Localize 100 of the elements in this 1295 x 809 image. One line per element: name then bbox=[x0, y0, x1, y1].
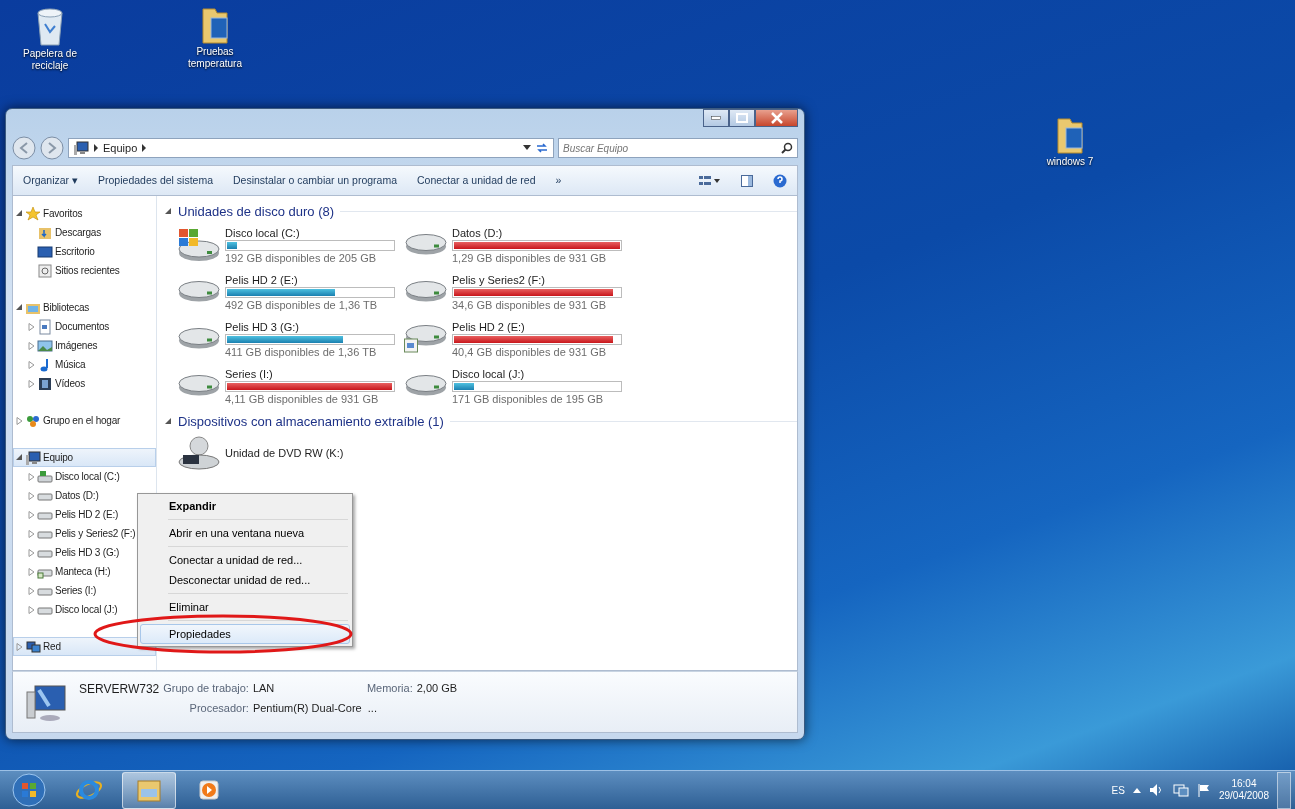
drive-name[interactable]: Disco local (C:) bbox=[225, 225, 395, 240]
drive-icon bbox=[404, 375, 448, 397]
taskbar-button[interactable] bbox=[122, 771, 176, 809]
tree-item[interactable]: Bibliotecas bbox=[13, 298, 156, 317]
expand-arrow-icon bbox=[28, 567, 35, 576]
tree-label: Favoritos bbox=[43, 207, 83, 221]
tree-item[interactable]: Favoritos bbox=[13, 204, 156, 223]
network-icon bbox=[1172, 783, 1189, 797]
tree-label: Disco local (C:) bbox=[55, 470, 120, 484]
tree-item[interactable]: Disco local (C:) bbox=[13, 467, 156, 486]
icon-label: windows 7 bbox=[1046, 156, 1094, 168]
expand-arrow-icon bbox=[28, 548, 35, 557]
drive-name[interactable]: Disco local (J:) bbox=[452, 366, 622, 381]
expand-arrow-icon bbox=[28, 605, 35, 614]
menu-item[interactable]: Propiedades bbox=[140, 624, 350, 644]
search-icon bbox=[781, 142, 793, 154]
address-bar[interactable]: Equipo bbox=[68, 138, 554, 158]
expand-arrow-icon bbox=[16, 642, 23, 651]
preview-pane-button[interactable] bbox=[741, 172, 753, 189]
refresh-icon bbox=[535, 142, 549, 154]
tree-item[interactable]: Escritorio bbox=[13, 242, 156, 261]
free-space-text: 411 GB disponibles de 1,36 TB bbox=[225, 344, 378, 359]
drive-name[interactable]: Datos (D:) bbox=[452, 225, 622, 240]
collapse-arrow-icon bbox=[16, 210, 23, 217]
drive-icon bbox=[177, 281, 221, 303]
breadcrumb[interactable]: Equipo bbox=[103, 139, 138, 157]
tree-label: Imágenes bbox=[55, 339, 98, 353]
expand-arrow-icon bbox=[28, 472, 35, 481]
icon-label: Papelera de reciclaje bbox=[22, 48, 78, 71]
maximize-button[interactable] bbox=[729, 109, 755, 127]
drive-name[interactable]: Series (I:) bbox=[225, 366, 395, 381]
minimize-icon bbox=[711, 116, 721, 120]
drive-name[interactable]: Pelis HD 3 (G:) bbox=[225, 319, 395, 334]
collapse-arrow-icon bbox=[16, 304, 23, 311]
tree-item[interactable]: Vídeos bbox=[13, 374, 156, 393]
field-value: LAN bbox=[252, 681, 276, 696]
clock-time[interactable]: 16:04 bbox=[1218, 778, 1269, 790]
tree-label: Red bbox=[43, 640, 61, 654]
field-value: 2,00 GB bbox=[416, 681, 458, 696]
drive-name[interactable]: Unidad de DVD RW (K:) bbox=[225, 446, 344, 460]
recycle-bin-icon bbox=[37, 8, 63, 46]
drive-icon bbox=[37, 468, 53, 485]
drive-icon bbox=[177, 328, 221, 350]
group-heading: Dispositivos con almacenamiento extraíble (1) bbox=[178, 412, 444, 431]
drive-name[interactable]: Pelis HD 2 (E:) bbox=[225, 272, 395, 287]
toolbar-button[interactable]: Conectar a unidad de red bbox=[417, 172, 536, 189]
drive-icon bbox=[404, 234, 448, 256]
tree-item[interactable]: Imágenes bbox=[13, 336, 156, 355]
computer-name: SERVERW732 bbox=[79, 681, 160, 698]
drive-name[interactable]: Pelis y Series2 (F:) bbox=[452, 272, 622, 287]
document-icon bbox=[37, 318, 53, 335]
dvd-drive-icon bbox=[177, 435, 221, 471]
chevron-icon bbox=[93, 144, 99, 152]
tree-item[interactable]: Documentos bbox=[13, 317, 156, 336]
free-space-text: 34,6 GB disponibles de 931 GB bbox=[452, 297, 608, 312]
drive-icon bbox=[177, 375, 221, 397]
clock-date[interactable]: 29/04/2008 bbox=[1218, 790, 1269, 802]
close-button[interactable] bbox=[755, 109, 798, 127]
free-space-text: 4,11 GB disponibles de 931 GB bbox=[225, 391, 380, 406]
tree-item[interactable]: Equipo bbox=[13, 448, 156, 467]
expand-arrow-icon bbox=[28, 510, 35, 519]
toolbar-button[interactable]: Propiedades del sistema bbox=[98, 172, 213, 189]
tree-label: Escritorio bbox=[55, 245, 95, 259]
tree-label: Vídeos bbox=[55, 377, 85, 391]
language-indicator[interactable]: ES bbox=[1111, 782, 1125, 798]
tree-label: Documentos bbox=[55, 320, 110, 334]
tree-item[interactable]: Descargas bbox=[13, 223, 156, 242]
tree-label: Pelis HD 2 (E:) bbox=[55, 508, 119, 522]
show-desktop-button[interactable] bbox=[1277, 771, 1291, 809]
drive-name[interactable]: Pelis HD 2 (E:) bbox=[452, 319, 622, 334]
tree-label: Descargas bbox=[55, 226, 101, 240]
tree-label: Pelis y Series2 (F:) bbox=[55, 527, 136, 541]
tree-label: Sitios recientes bbox=[55, 264, 120, 278]
film-icon bbox=[37, 375, 53, 392]
tree-item[interactable]: Sitios recientes bbox=[13, 261, 156, 280]
search-field[interactable]: Buscar Equipo bbox=[558, 138, 798, 158]
computer-icon bbox=[73, 140, 89, 156]
group-heading: Unidades de disco duro (8) bbox=[178, 203, 335, 221]
computer-icon bbox=[25, 449, 41, 466]
tree-item[interactable]: Música bbox=[13, 355, 156, 374]
tree-item[interactable]: Grupo en el hogar bbox=[13, 411, 156, 430]
star-icon bbox=[25, 205, 41, 222]
field-label: Grupo de trabajo: bbox=[163, 681, 249, 696]
collapse-arrow-icon bbox=[16, 454, 23, 461]
tree-label: Series (I:) bbox=[55, 584, 97, 598]
minimize-button[interactable] bbox=[703, 109, 729, 127]
chevron-icon bbox=[141, 144, 148, 152]
tree-label: Pelis HD 3 (G:) bbox=[55, 546, 120, 560]
tree-label: Datos (D:) bbox=[55, 489, 99, 503]
picture-icon bbox=[37, 337, 53, 354]
toolbar-button[interactable]: Organizar ▾ bbox=[23, 172, 79, 189]
field-label: Memoria: bbox=[366, 681, 413, 696]
tree-label: Disco local (J:) bbox=[55, 603, 118, 617]
toolbar-button[interactable]: » bbox=[555, 172, 562, 189]
free-space-text: 1,29 GB disponibles de 931 GB bbox=[452, 250, 608, 265]
toolbar-button[interactable]: Desinstalar o cambiar un programa bbox=[233, 172, 397, 189]
tree-label: Música bbox=[55, 358, 86, 372]
help-button[interactable] bbox=[773, 172, 787, 189]
free-space-text: 192 GB disponibles de 205 GB bbox=[225, 250, 378, 265]
expand-arrow-icon bbox=[28, 586, 35, 595]
